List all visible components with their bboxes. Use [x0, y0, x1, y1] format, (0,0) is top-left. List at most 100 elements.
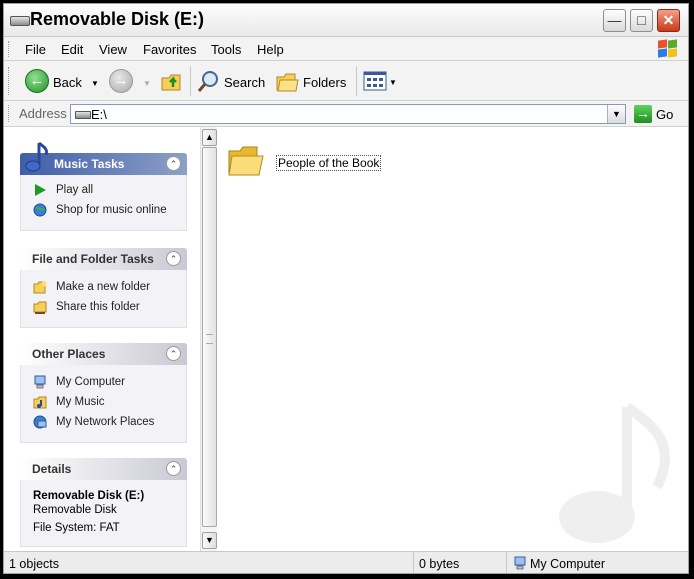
address-input[interactable]: E:\ ▼	[70, 104, 626, 124]
scroll-thumb[interactable]	[202, 147, 217, 527]
task-play-all[interactable]: Play all	[21, 181, 186, 201]
place-my-network-places[interactable]: My Network Places	[21, 413, 186, 433]
collapse-chevron-icon[interactable]: ⌃	[166, 346, 181, 361]
menu-favorites[interactable]: Favorites	[143, 42, 196, 57]
vertical-scrollbar[interactable]: ▲ ▼	[200, 127, 217, 551]
file-folder-tasks-body: Make a new folder Share this folder	[20, 270, 187, 328]
music-note-watermark-icon	[559, 402, 671, 543]
music-tasks-header[interactable]: Music Tasks ⌃	[20, 141, 187, 175]
task-share-folder[interactable]: Share this folder	[21, 298, 186, 318]
music-tasks-panel: Music Tasks ⌃ Play all Shop for music on…	[20, 141, 187, 231]
address-value[interactable]: E:\	[91, 107, 107, 122]
address-grip	[8, 105, 12, 122]
my-music-icon	[33, 396, 47, 409]
close-button[interactable]: ✕	[657, 9, 680, 32]
folder-item[interactable]: People of the Book	[227, 141, 407, 181]
window-title: Removable Disk (E:)	[30, 9, 205, 29]
place-my-computer[interactable]: My Computer	[21, 373, 186, 393]
task-shop-music[interactable]: Shop for music online	[21, 201, 186, 221]
details-panel: Details ⌃ Removable Disk (E:) Removable …	[20, 458, 187, 547]
status-bar: 1 objects 0 bytes My Computer	[4, 551, 688, 573]
music-tasks-body: Play all Shop for music online	[20, 175, 187, 231]
collapse-chevron-icon[interactable]: ⌃	[166, 461, 181, 476]
folders-button-label[interactable]: Folders	[303, 75, 346, 90]
file-folder-tasks-title: File and Folder Tasks	[32, 252, 154, 266]
task-make-new-folder[interactable]: Make a new folder	[21, 278, 186, 298]
windows-logo-icon	[657, 39, 679, 59]
go-button-label[interactable]: Go	[656, 107, 673, 122]
share-folder-icon	[33, 301, 47, 314]
toolbar-separator	[190, 66, 191, 96]
menu-edit[interactable]: Edit	[61, 42, 83, 57]
details-name: Removable Disk (E:)	[33, 490, 145, 502]
removable-disk-icon	[75, 111, 91, 119]
music-note-icon	[25, 141, 48, 172]
toolbar-separator	[356, 66, 357, 96]
other-places-title: Other Places	[32, 347, 106, 361]
collapse-chevron-icon[interactable]: ⌃	[166, 156, 181, 171]
forward-dropdown-arrow-icon[interactable]: ▼	[143, 79, 151, 88]
status-location: My Computer	[530, 557, 606, 571]
status-size: 0 bytes	[419, 557, 460, 571]
task-label[interactable]: Make a new folder	[56, 281, 150, 293]
up-folder-icon[interactable]	[160, 69, 184, 93]
place-label[interactable]: My Computer	[56, 376, 125, 388]
folder-icon	[228, 146, 264, 176]
task-label[interactable]: Share this folder	[56, 301, 140, 313]
scroll-up-arrow-icon[interactable]: ▲	[202, 129, 217, 146]
play-icon	[35, 184, 46, 196]
views-icon[interactable]	[363, 71, 387, 91]
back-arrow-icon[interactable]: ←	[25, 69, 49, 93]
search-icon[interactable]	[196, 69, 222, 95]
music-tasks-title: Music Tasks	[54, 157, 125, 171]
status-objects: 1 objects	[9, 557, 60, 571]
standard-toolbar: ← Back ▼ → ▼ Search Folders ▼	[4, 61, 688, 101]
minimize-button[interactable]: —	[603, 9, 626, 32]
address-label: Address	[19, 106, 67, 121]
folders-icon[interactable]	[276, 71, 300, 93]
removable-disk-icon	[10, 16, 30, 26]
details-title: Details	[32, 462, 72, 476]
other-places-body: My Computer My Music My Network Places	[20, 365, 187, 443]
place-my-music[interactable]: My Music	[21, 393, 186, 413]
menu-help[interactable]: Help	[257, 42, 284, 57]
network-places-icon	[33, 415, 47, 429]
back-button-label[interactable]: Back	[53, 75, 82, 90]
go-arrow-icon[interactable]: →	[634, 105, 652, 123]
title-bar[interactable]: Removable Disk (E:) — □ ✕	[4, 4, 688, 37]
toolbar-grip	[8, 67, 12, 95]
details-type: Removable Disk	[33, 504, 117, 516]
status-location-cell: My Computer	[507, 552, 688, 573]
views-dropdown-arrow-icon[interactable]: ▼	[389, 78, 397, 87]
menu-grip	[8, 41, 12, 57]
menu-bar: File Edit View Favorites Tools Help	[4, 37, 688, 61]
globe-icon	[33, 203, 47, 217]
place-label[interactable]: My Network Places	[56, 416, 154, 428]
address-dropdown-arrow-icon[interactable]: ▼	[607, 105, 625, 123]
status-size-cell: 0 bytes	[414, 552, 507, 573]
new-folder-icon	[33, 281, 47, 294]
details-header[interactable]: Details ⌃	[20, 458, 187, 480]
menu-view[interactable]: View	[99, 42, 127, 57]
my-computer-icon	[34, 375, 46, 389]
back-dropdown-arrow-icon[interactable]: ▼	[91, 79, 99, 88]
task-label[interactable]: Shop for music online	[56, 204, 167, 216]
forward-arrow-icon[interactable]: →	[109, 69, 133, 93]
file-list-area[interactable]: People of the Book	[217, 127, 688, 551]
explorer-window: Removable Disk (E:) — □ ✕ File Edit View…	[3, 3, 689, 574]
task-label[interactable]: Play all	[56, 184, 93, 196]
collapse-chevron-icon[interactable]: ⌃	[166, 251, 181, 266]
details-body: Removable Disk (E:) Removable Disk File …	[20, 480, 187, 547]
my-computer-icon	[514, 556, 526, 570]
maximize-button[interactable]: □	[630, 9, 653, 32]
other-places-header[interactable]: Other Places ⌃	[20, 343, 187, 365]
menu-file[interactable]: File	[25, 42, 46, 57]
place-label[interactable]: My Music	[56, 396, 105, 408]
menu-tools[interactable]: Tools	[211, 42, 241, 57]
folder-label[interactable]: People of the Book	[276, 155, 382, 171]
search-button-label[interactable]: Search	[224, 75, 265, 90]
details-filesystem: File System: FAT	[33, 522, 120, 534]
thumb-grip	[206, 334, 213, 344]
file-folder-tasks-header[interactable]: File and Folder Tasks ⌃	[20, 248, 187, 270]
scroll-down-arrow-icon[interactable]: ▼	[202, 532, 217, 549]
